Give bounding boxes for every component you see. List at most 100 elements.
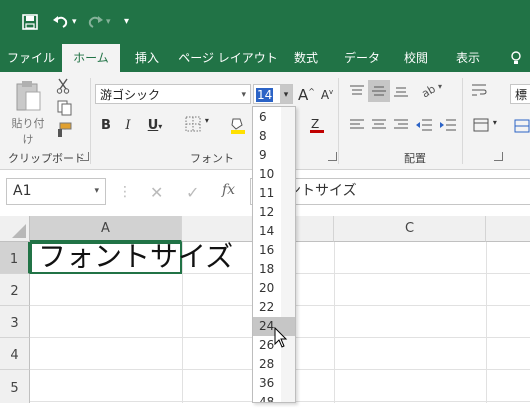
font-size-box[interactable]: 14 ▾ — [253, 84, 293, 104]
redo-icon — [86, 0, 104, 47]
gridline — [486, 242, 487, 403]
font-size-option[interactable]: 28 — [253, 355, 295, 374]
mouse-cursor-icon — [274, 326, 288, 353]
font-name-box[interactable]: 游ゴシック ▾ — [95, 84, 251, 104]
grow-font-button[interactable]: A^ — [298, 86, 315, 104]
row-header-3[interactable]: 3 — [0, 306, 30, 338]
font-size-option[interactable]: 48 — [253, 393, 295, 402]
font-size-option[interactable]: 20 — [253, 279, 295, 298]
tab-review[interactable]: 校閲 — [396, 44, 436, 72]
font-size-value: 14 — [256, 88, 274, 102]
font-size-option[interactable]: 22 — [253, 298, 295, 317]
clipboard-launcher-icon[interactable] — [80, 152, 89, 161]
undo-icon[interactable] — [52, 0, 70, 47]
group-separator — [90, 78, 91, 164]
cut-icon[interactable] — [56, 78, 70, 97]
shrink-font-label: A — [320, 88, 330, 102]
name-box[interactable]: A1 ▾ — [6, 178, 106, 205]
underline-button[interactable]: U▾ — [142, 118, 168, 133]
quick-access-toolbar: ▾ ▾ ▾ — [0, 0, 530, 44]
insert-function-icon[interactable]: fx — [222, 182, 235, 198]
font-name-value: 游ゴシック — [100, 88, 161, 102]
font-size-option[interactable]: 16 — [253, 241, 295, 260]
ribbon-tabs: ファイル ホーム 挿入 ページ レイアウト 数式 データ 校閲 表示 — [0, 44, 530, 72]
tab-data[interactable]: データ — [338, 44, 386, 72]
redo-dropdown-icon: ▾ — [106, 17, 111, 27]
tab-insert[interactable]: 挿入 — [126, 44, 168, 72]
font-group-label: フォント — [190, 152, 234, 165]
row-header-2[interactable]: 2 — [0, 274, 30, 306]
align-right-icon[interactable] — [392, 118, 410, 135]
fill-color-icon[interactable] — [228, 116, 248, 137]
shrink-font-button[interactable]: Av — [320, 88, 334, 102]
select-all-corner[interactable] — [0, 216, 30, 242]
tab-page-layout[interactable]: ページ レイアウト — [178, 44, 278, 72]
italic-button[interactable]: I — [120, 118, 136, 133]
chevron-down-icon[interactable]: ▾ — [241, 85, 246, 105]
cell-a1-text: フォントサイズ — [38, 240, 234, 273]
row-header-5[interactable]: 5 — [0, 370, 30, 403]
alignment-launcher-icon[interactable] — [494, 152, 503, 161]
font-size-option[interactable]: 14 — [253, 222, 295, 241]
enter-icon: ✓ — [186, 183, 200, 202]
format-painter-icon[interactable] — [56, 122, 72, 141]
decrease-indent-icon[interactable] — [414, 118, 434, 135]
number-format-value: 標 — [515, 88, 528, 102]
middle-align-icon[interactable] — [368, 80, 390, 102]
group-separator — [462, 78, 463, 164]
number-format-box[interactable]: 標 — [510, 84, 530, 104]
paste-label: 貼り付け — [11, 117, 45, 146]
font-size-option[interactable]: 12 — [253, 203, 295, 222]
lightbulb-icon[interactable] — [506, 44, 526, 72]
underline-label: U — [147, 118, 159, 133]
undo-dropdown-icon[interactable]: ▾ — [72, 0, 77, 44]
font-size-dropdown-button[interactable]: ▾ — [280, 85, 292, 103]
group-separator — [338, 78, 339, 164]
grow-font-label: A — [298, 86, 309, 104]
top-align-icon[interactable] — [348, 84, 366, 101]
fx-label: fx — [222, 182, 236, 198]
wrap-text-icon[interactable] — [470, 82, 488, 101]
svg-text:ab: ab — [420, 82, 438, 98]
column-header-d[interactable] — [486, 216, 530, 242]
more-options-icon: ⋮ — [118, 184, 132, 200]
font-size-option[interactable]: 8 — [253, 127, 295, 146]
bold-label: B — [101, 118, 111, 133]
clipboard-group-label: クリップボード — [8, 152, 85, 165]
name-box-value: A1 — [13, 183, 32, 199]
align-center-icon[interactable] — [370, 118, 388, 135]
tab-view[interactable]: 表示 — [448, 44, 488, 72]
chevron-down-icon[interactable]: ▾ — [94, 179, 99, 204]
font-size-option[interactable]: 18 — [253, 260, 295, 279]
conditional-format-icon[interactable] — [514, 118, 530, 137]
paste-button[interactable]: 貼り付け — [8, 80, 48, 146]
column-header-c[interactable]: C — [334, 216, 486, 242]
bottom-align-icon[interactable] — [392, 84, 410, 101]
gridline — [334, 242, 335, 403]
customize-icon[interactable]: ▾ — [124, 0, 129, 44]
orientation-icon[interactable]: ab ▾ — [418, 82, 444, 101]
align-left-icon[interactable] — [348, 118, 366, 135]
row-header-1[interactable]: 1 — [0, 242, 30, 274]
svg-text:Z: Z — [311, 117, 319, 131]
font-size-option[interactable]: 36 — [253, 374, 295, 393]
tab-formulas[interactable]: 数式 — [286, 44, 326, 72]
font-size-option[interactable]: 9 — [253, 146, 295, 165]
merge-center-icon[interactable]: ▾ — [470, 118, 500, 135]
alignment-group-label: 配置 — [404, 152, 426, 165]
font-launcher-icon[interactable] — [328, 152, 337, 161]
italic-label: I — [125, 118, 131, 133]
tab-home[interactable]: ホーム — [62, 44, 120, 72]
bold-button[interactable]: B — [98, 118, 114, 133]
font-size-option[interactable]: 10 — [253, 165, 295, 184]
cancel-icon: ✕ — [150, 183, 164, 202]
borders-icon[interactable]: ▾ — [184, 116, 210, 135]
font-size-option[interactable]: 6 — [253, 108, 295, 127]
font-color-icon[interactable]: Z — [306, 116, 328, 137]
increase-indent-icon[interactable] — [438, 118, 458, 135]
font-size-option[interactable]: 11 — [253, 184, 295, 203]
row-header-4[interactable]: 4 — [0, 338, 30, 370]
save-icon[interactable] — [22, 0, 38, 47]
font-size-dropdown[interactable]: 6 8 9 10 11 12 14 16 18 20 22 24 26 28 36 48 — [252, 106, 296, 403]
tab-file[interactable]: ファイル — [6, 44, 56, 72]
